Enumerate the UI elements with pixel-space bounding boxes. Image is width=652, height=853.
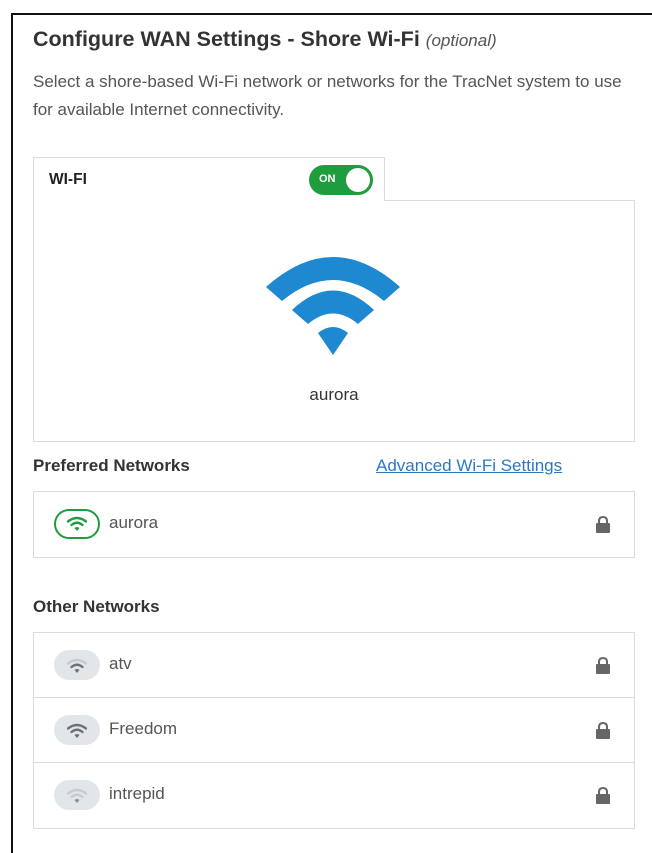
- wifi-icon: [54, 650, 100, 680]
- network-name: aurora: [109, 513, 159, 532]
- wifi-icon: [54, 715, 100, 745]
- current-network-name: aurora: [309, 385, 359, 404]
- wifi-icon: [54, 780, 100, 810]
- network-row-aurora[interactable]: aurora: [34, 492, 634, 557]
- preferred-networks-list: aurora: [33, 491, 635, 558]
- wifi-icon: [54, 509, 100, 539]
- page-title: Configure WAN Settings - Shore Wi-Fi (op…: [33, 27, 497, 52]
- lock-icon: [596, 787, 610, 804]
- wifi-status-panel: aurora: [33, 200, 635, 442]
- other-networks-list: atv Freedom intrepid: [33, 632, 635, 829]
- network-row-atv[interactable]: atv: [34, 633, 634, 698]
- network-row-freedom[interactable]: Freedom: [34, 698, 634, 763]
- lock-icon: [596, 516, 610, 533]
- network-name: intrepid: [109, 784, 165, 803]
- wifi-toggle[interactable]: ON: [309, 165, 373, 195]
- page-description: Select a shore-based Wi-Fi network or ne…: [33, 72, 622, 119]
- other-networks-title: Other Networks: [33, 597, 160, 616]
- wifi-connected-icon: [266, 257, 400, 355]
- network-name: atv: [109, 654, 132, 673]
- preferred-networks-title: Preferred Networks: [33, 456, 190, 475]
- lock-icon: [596, 657, 610, 674]
- page-title-text: Configure WAN Settings - Shore Wi-Fi: [33, 27, 420, 51]
- lock-icon: [596, 722, 610, 739]
- wifi-toggle-label: ON: [319, 173, 336, 185]
- network-name: Freedom: [109, 719, 178, 738]
- tab-wifi-label: WI-FI: [49, 171, 87, 188]
- optional-label: (optional): [425, 31, 497, 50]
- wifi-toggle-knob: [346, 168, 370, 192]
- network-row-intrepid[interactable]: intrepid: [34, 763, 634, 828]
- tab-wifi[interactable]: WI-FI ON: [33, 157, 385, 201]
- advanced-wifi-settings-link[interactable]: Advanced Wi-Fi Settings: [376, 456, 562, 476]
